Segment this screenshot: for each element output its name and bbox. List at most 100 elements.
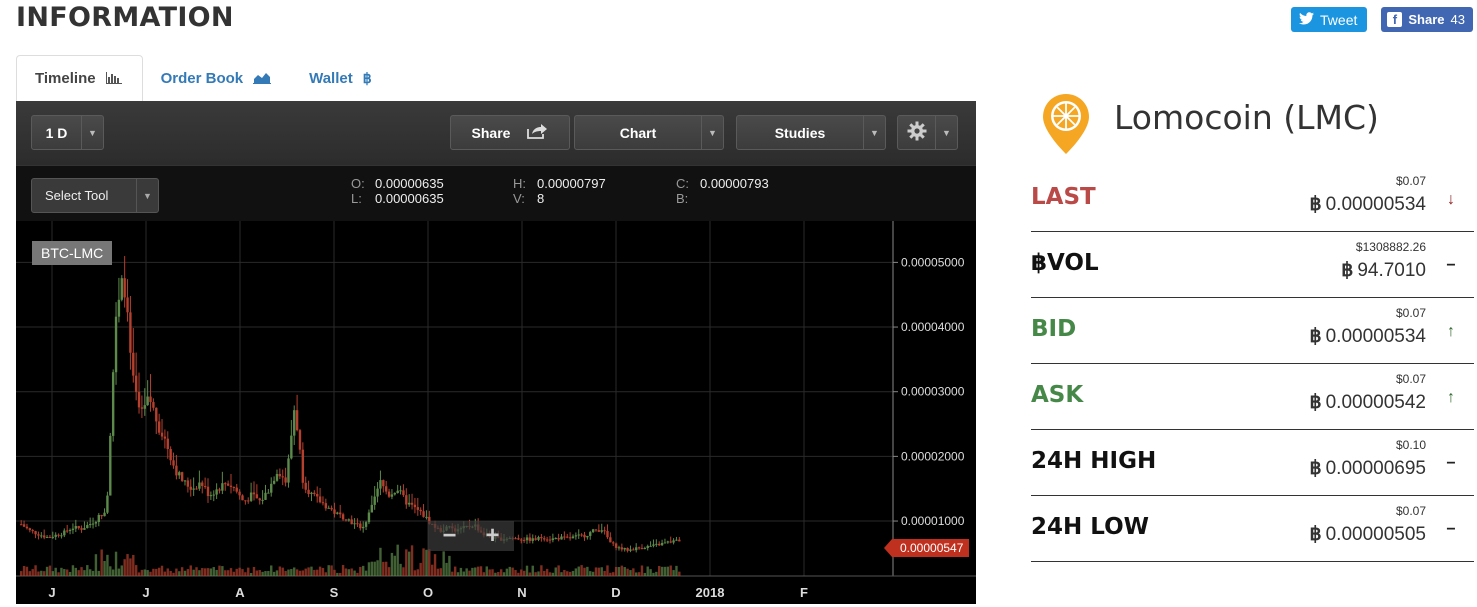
candle-body: [172, 460, 175, 466]
candle-body: [298, 430, 302, 450]
bitcoin-icon: ฿: [1309, 326, 1322, 347]
stat-usd-value: $0.07: [1395, 174, 1426, 188]
bitcoin-icon: ฿: [1309, 458, 1322, 479]
chart-settings-button[interactable]: ▼: [897, 115, 958, 150]
volume-bar: [505, 568, 509, 576]
volume-bar: [143, 569, 146, 576]
zoom-in-button[interactable]: +: [485, 522, 499, 550]
select-tool-dropdown[interactable]: Select Tool ▼: [31, 178, 159, 213]
volume-bar: [410, 545, 414, 576]
volume-bar: [20, 571, 23, 576]
candle-body: [134, 375, 138, 392]
volume-bar: [517, 572, 520, 576]
x-tick-label: O: [423, 585, 433, 600]
volume-bar: [25, 566, 29, 576]
volume-bar: [373, 561, 376, 576]
volume-bar: [626, 568, 629, 576]
plot-area[interactable]: 0.00001000 0.00002000 0.00003000 0.00004000…: [16, 221, 976, 604]
candle-body: [313, 492, 316, 495]
volume-bar: [247, 567, 250, 576]
volume-bar: [488, 569, 491, 576]
volume-bar: [591, 571, 595, 576]
page-title: INFORMATION: [16, 2, 234, 33]
candle-body: [589, 532, 592, 536]
volume-bar: [563, 569, 566, 576]
volume-bar: [310, 566, 313, 576]
volume-bar: [313, 569, 316, 576]
candle-body: [384, 486, 388, 492]
volume-bar: [497, 572, 500, 576]
candle-body: [560, 536, 563, 540]
volume-bar: [646, 566, 649, 576]
volume-bar: [514, 570, 517, 576]
chart-share-button[interactable]: Share: [450, 115, 570, 150]
volume-bar: [252, 566, 256, 576]
x-tick-label: J: [48, 585, 55, 600]
ohlc-volume: V: 8: [513, 191, 545, 206]
candle-body: [336, 512, 339, 514]
candle-body: [548, 539, 552, 541]
candle-body: [586, 535, 589, 538]
volume-bar: [80, 567, 83, 576]
volume-bar: [649, 569, 652, 576]
interval-select[interactable]: 1 D ▼: [31, 115, 104, 150]
volume-bar: [678, 571, 681, 576]
candle-body: [37, 534, 40, 536]
stat-row: ASK $0.07 ฿ 0.00000542 ↑: [1031, 364, 1474, 430]
candle-body: [189, 486, 192, 490]
volume-bar: [402, 567, 405, 576]
volume-bar: [100, 549, 103, 576]
candle-body: [359, 523, 362, 529]
volume-bar: [278, 566, 282, 576]
candle-body: [146, 396, 149, 406]
candle-body: [77, 526, 80, 529]
candle-body: [244, 500, 247, 502]
candle-body: [543, 538, 546, 540]
volume-bar: [433, 554, 437, 576]
candle-body: [226, 483, 230, 486]
candle-body: [51, 536, 55, 538]
candle-body: [31, 530, 34, 532]
tweet-button[interactable]: Tweet: [1291, 7, 1368, 32]
volume-bar: [160, 565, 164, 576]
candle-body: [646, 545, 649, 549]
candle-body: [623, 548, 626, 550]
stat-btc-value: ฿ 0.00000505: [1310, 523, 1426, 546]
zoom-out-button[interactable]: −: [442, 522, 456, 550]
volume-bar: [491, 569, 494, 576]
volume-bar: [186, 569, 190, 576]
volume-bar: [54, 567, 57, 576]
candle-body: [94, 521, 98, 524]
candle-body: [22, 524, 26, 527]
volume-bar: [327, 565, 330, 576]
tab-order-book-label: Order Book: [160, 70, 244, 87]
candle-body: [531, 538, 534, 541]
candle-body: [281, 476, 284, 478]
volume-bar: [617, 567, 621, 576]
candle-body: [660, 542, 664, 546]
candle-body: [540, 537, 543, 539]
volume-bar: [57, 572, 60, 576]
candle-body: [537, 537, 540, 540]
volume-bar: [123, 559, 126, 576]
facebook-share-button[interactable]: f Share 43: [1381, 7, 1473, 32]
candle-body: [100, 515, 103, 517]
candle-body: [678, 539, 681, 542]
candle-body: [65, 530, 69, 532]
tab-wallet[interactable]: Wallet ฿: [291, 55, 392, 102]
candle-body: [163, 436, 167, 439]
candle-body: [626, 548, 629, 551]
volume-bar: [658, 565, 661, 576]
volume-bar: [339, 572, 342, 576]
candle-body: [224, 483, 227, 485]
studies-select[interactable]: Studies ▼: [736, 115, 886, 150]
tab-order-book[interactable]: Order Book: [143, 55, 292, 102]
stat-usd-value: $0.07: [1395, 504, 1426, 518]
chart-type-select[interactable]: Chart ▼: [574, 115, 724, 150]
volume-bar: [180, 567, 184, 576]
volume-bar: [609, 572, 612, 576]
tab-timeline[interactable]: Timeline: [16, 55, 143, 102]
candle-body: [247, 500, 250, 502]
candle-body: [520, 539, 523, 541]
candle-body: [126, 297, 129, 313]
